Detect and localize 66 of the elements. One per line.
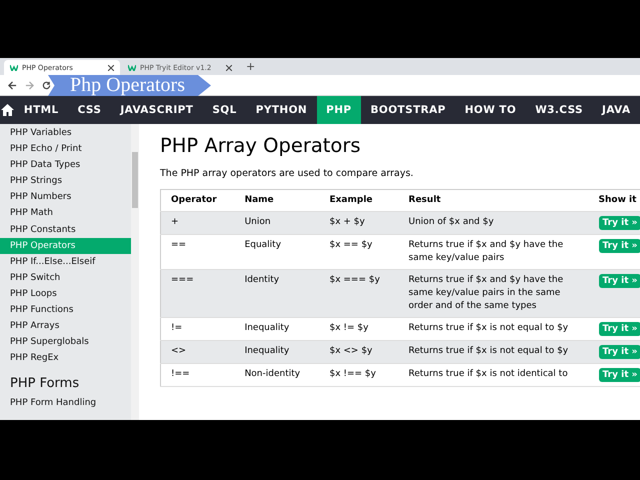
table-cell: <> (160, 340, 235, 364)
sidebar-link[interactable]: PHP Loops (0, 286, 131, 302)
table-cell: Equality (234, 234, 320, 270)
table-cell: Returns true if $x and $y have the same key/value pairs (398, 234, 589, 270)
column-header: Example (319, 190, 399, 212)
video-title-banner: Php Operators (48, 75, 211, 96)
intro-text: The PHP array operators are used to compare arrays. (160, 168, 414, 179)
site-logo-icon (128, 64, 136, 70)
sidebar-link[interactable]: PHP Data Types (0, 157, 131, 174)
sidebar-link[interactable]: PHP Variables (0, 125, 131, 142)
table-cell: $x <> $y (319, 340, 399, 364)
sidebar-link[interactable]: PHP Functions (0, 302, 131, 318)
sidebar-link[interactable]: PHP Superglobals (0, 334, 131, 350)
sidebar-link[interactable]: PHP Echo / Print (0, 141, 131, 158)
table-cell: + (160, 212, 235, 234)
sidebar-link[interactable]: PHP RegEx (0, 350, 131, 366)
close-icon[interactable] (226, 64, 232, 70)
sidebar-link[interactable]: PHP If...Else...Elseif (0, 254, 131, 270)
home-icon[interactable] (0, 104, 14, 116)
table-cell: Returns true if $x is not equal to $y (398, 340, 589, 364)
reload-icon[interactable] (42, 80, 51, 90)
section-heading: PHP Forms (10, 376, 80, 392)
table-cell: $x !== $y (319, 364, 399, 386)
column-header: Name (234, 190, 320, 212)
table-cell: Non-identity (234, 364, 320, 386)
sidebar-link[interactable]: PHP Constants (0, 222, 131, 238)
nav-link[interactable]: CSS (68, 96, 111, 124)
column-header: Result (398, 190, 589, 212)
table-cell: $x != $y (319, 318, 399, 340)
column-header: Operator (160, 190, 235, 212)
close-icon[interactable] (108, 64, 114, 70)
table-cell: == (160, 234, 235, 270)
page-heading: PHP Array Operators (160, 134, 362, 157)
nav-link[interactable]: SQL (202, 96, 246, 124)
table-cell: Returns true if $x is not equal to $y (398, 318, 589, 340)
nav-link[interactable]: HOW TO (455, 96, 526, 124)
nav-link[interactable]: JAVASCRIPT (110, 96, 203, 124)
nav-link[interactable]: PYTHON (246, 96, 317, 124)
scrollbar[interactable] (131, 124, 139, 420)
table-cell: Returns true if $x and $y have the same key/value pairs in the same order and of the same types (398, 270, 589, 318)
table-cell: !== (160, 364, 235, 386)
table-cell: Identity (234, 270, 320, 318)
column-header: Show it (588, 190, 640, 212)
table-cell: Union (234, 212, 320, 234)
nav-link[interactable]: HTML (14, 96, 68, 124)
table-cell: $x === $y (319, 270, 399, 318)
table-cell: Returns true if $x is not identical to (398, 364, 589, 386)
table-cell: Inequality (234, 318, 320, 340)
table-cell: Inequality (234, 340, 320, 364)
back-arrow-icon[interactable] (8, 80, 17, 90)
new-tab-button[interactable]: + (240, 60, 262, 73)
sidebar-link[interactable]: PHP Form Handling (0, 395, 131, 412)
sidebar-link[interactable]: PHP Numbers (0, 189, 131, 206)
table-cell: $x == $y (319, 234, 399, 270)
table-cell: != (160, 318, 235, 340)
site-logo-icon (10, 64, 18, 70)
nav-link[interactable]: BOOTSTRAP (360, 96, 456, 124)
sidebar-link[interactable]: PHP Arrays (0, 318, 131, 334)
nav-link[interactable]: JAVA (592, 96, 640, 124)
table-cell: === (160, 270, 235, 318)
sidebar-link[interactable]: PHP Strings (0, 173, 131, 190)
table-cell: Union of $x and $y (398, 212, 589, 234)
table-cell: $x + $y (319, 212, 399, 234)
sidebar-link[interactable]: PHP Switch (0, 270, 131, 286)
sidebar-link[interactable]: PHP Math (0, 205, 131, 222)
nav-link[interactable]: W3.CSS (526, 96, 593, 124)
